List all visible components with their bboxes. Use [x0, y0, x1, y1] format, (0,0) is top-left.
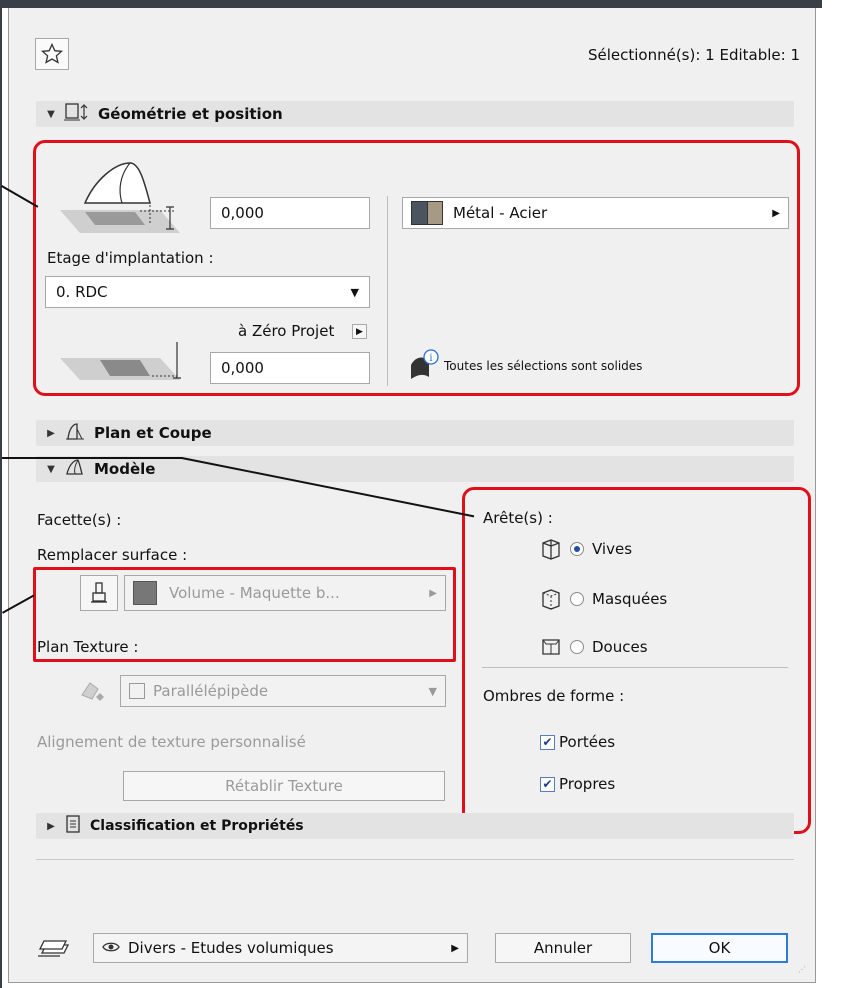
- solid-info-icon: i: [407, 347, 441, 385]
- edge-option-sharp[interactable]: Vives: [540, 538, 632, 560]
- material-value: Métal - Acier: [453, 204, 548, 222]
- expand-triangle-icon: ▼: [47, 108, 55, 120]
- bottom-offset-input[interactable]: 0,000: [210, 352, 370, 384]
- radio-masquees[interactable]: [570, 592, 584, 606]
- floor-label: Etage d'implantation :: [47, 249, 214, 267]
- section-geometry-title: Géométrie et position: [98, 105, 283, 123]
- override-toggle-button[interactable]: [80, 575, 118, 611]
- override-surface-value: Volume - Maquette b...: [169, 584, 340, 602]
- pointer-line-model: [2, 457, 182, 459]
- smooth-edges-icon: [542, 639, 560, 655]
- texture-mode-value: Parallélépipède: [153, 682, 269, 700]
- texture-label: Plan Texture :: [37, 638, 139, 656]
- submenu-arrow-icon: ▶: [429, 587, 437, 599]
- resize-grip-icon: ⋰: [798, 965, 807, 974]
- reset-texture-label: Rétablir Texture: [225, 777, 343, 795]
- override-surface-label: Remplacer surface :: [37, 546, 188, 564]
- brush-icon: [91, 582, 107, 603]
- expand-triangle-icon: ▼: [47, 463, 55, 475]
- solid-note: Toutes les sélections sont solides: [444, 359, 643, 373]
- surface-swatch-icon: [133, 581, 157, 605]
- star-icon: [40, 42, 64, 64]
- reset-texture-button[interactable]: Rétablir Texture: [123, 771, 445, 801]
- section-classification-title: Classification et Propriétés: [90, 818, 304, 834]
- material-select[interactable]: Métal - Acier ▶: [402, 197, 789, 229]
- geometry-icon: [64, 102, 90, 126]
- cancel-button[interactable]: Annuler: [495, 933, 631, 963]
- favorite-button[interactable]: [35, 38, 69, 70]
- section-plan[interactable]: ▶ Plan et Coupe: [36, 420, 794, 446]
- collapse-triangle-icon: ▶: [47, 427, 55, 439]
- top-offset-input[interactable]: 0,000: [210, 197, 370, 229]
- edges-divider: [482, 667, 788, 668]
- highlight-edges-shadows: [462, 487, 811, 834]
- material-swatch-icon: [411, 201, 443, 225]
- model-section-icon: [64, 457, 86, 481]
- collapse-triangle-icon: ▶: [47, 820, 55, 832]
- eye-icon: [102, 939, 120, 957]
- texture-mode-select[interactable]: Parallélépipède ▼: [120, 675, 446, 707]
- shadow-option-self[interactable]: ✔ Propres: [540, 775, 615, 793]
- plan-section-icon: [64, 421, 86, 445]
- submenu-arrow-icon: ▶: [451, 942, 459, 954]
- shadow-option-label: Portées: [559, 733, 616, 751]
- checkbox-portees[interactable]: ✔: [540, 734, 555, 750]
- reference-label: à Zéro Projet: [238, 322, 335, 340]
- ok-button-label: OK: [708, 939, 731, 957]
- section-plan-title: Plan et Coupe: [94, 424, 212, 442]
- reference-menu-button[interactable]: ▶: [352, 324, 367, 339]
- override-surface-select[interactable]: Volume - Maquette b... ▶: [124, 575, 446, 611]
- facets-label: Facette(s) :: [37, 511, 122, 529]
- content-divider: [36, 859, 794, 860]
- hidden-edges-icon: [542, 589, 560, 610]
- section-geometry[interactable]: ▼ Géométrie et position: [36, 101, 794, 127]
- texture-origin-icon: [78, 677, 112, 707]
- layer-icon: [36, 935, 70, 963]
- bottom-offset-illustration: [60, 342, 181, 380]
- edge-option-smooth[interactable]: Douces: [540, 636, 648, 658]
- document-icon: [64, 814, 82, 838]
- edges-label: Arête(s) :: [483, 509, 553, 527]
- dropdown-arrow-icon: ▼: [350, 285, 359, 299]
- edge-option-label: Douces: [592, 638, 648, 656]
- checkbox-propres[interactable]: ✔: [540, 776, 555, 792]
- edge-option-label: Vives: [592, 540, 633, 558]
- custom-alignment-label: Alignement de texture personnalisé: [37, 733, 306, 751]
- selection-status: Sélectionné(s): 1 Editable: 1: [587, 46, 800, 64]
- cancel-button-label: Annuler: [533, 939, 593, 957]
- sharp-edges-icon: [542, 539, 560, 560]
- floor-select[interactable]: 0. RDC ▼: [45, 276, 370, 308]
- ok-button[interactable]: OK: [651, 933, 788, 963]
- shadow-option-cast[interactable]: ✔ Portées: [540, 733, 615, 751]
- geometry-divider: [387, 196, 388, 386]
- radio-douces[interactable]: [570, 640, 584, 654]
- section-classification[interactable]: ▶ Classification et Propriétés: [36, 813, 794, 839]
- layer-value: Divers - Etudes volumiques: [128, 939, 334, 957]
- edge-option-label: Masquées: [592, 590, 668, 608]
- shadow-option-label: Propres: [559, 775, 616, 793]
- box-icon: [129, 683, 145, 699]
- section-model[interactable]: ▼ Modèle: [36, 456, 794, 482]
- svg-text:i: i: [429, 353, 432, 364]
- layer-select[interactable]: Divers - Etudes volumiques ▶: [93, 933, 468, 963]
- window-title-bar: [0, 0, 822, 8]
- edge-option-hidden[interactable]: Masquées: [540, 588, 667, 610]
- window-left-edge: [0, 0, 2, 988]
- submenu-arrow-icon: ▶: [772, 207, 780, 219]
- section-model-title: Modèle: [94, 460, 156, 478]
- shadows-label: Ombres de forme :: [483, 687, 625, 705]
- top-offset-illustration: [60, 162, 180, 233]
- dropdown-arrow-icon: ▼: [428, 684, 437, 698]
- radio-vives[interactable]: [570, 542, 584, 556]
- floor-select-value: 0. RDC: [56, 283, 108, 301]
